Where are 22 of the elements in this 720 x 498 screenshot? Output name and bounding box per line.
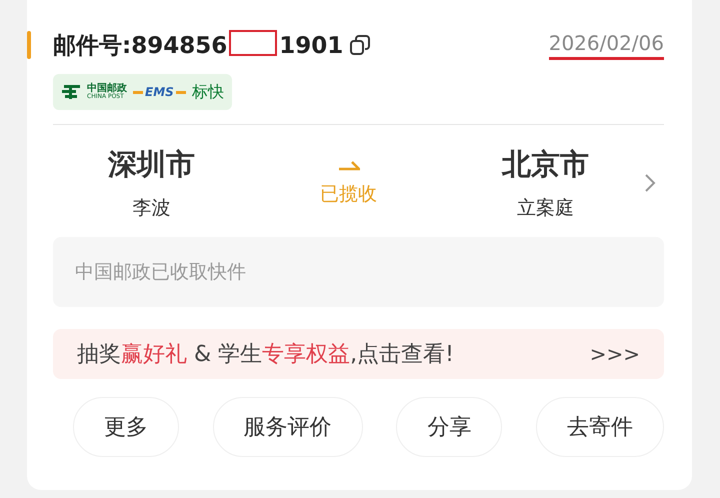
status-label: 已揽收: [320, 182, 377, 207]
ems-logo: EMS: [133, 85, 186, 99]
action-button[interactable]: 去寄件: [536, 397, 664, 457]
product-label: 标快: [192, 82, 224, 102]
date: 2026/02/06: [548, 30, 664, 60]
action-button[interactable]: 更多: [73, 397, 179, 457]
sender-name: 李波: [132, 196, 170, 221]
chevron-right-icon[interactable]: [644, 173, 656, 193]
tracking-event: 中国邮政已收取快件: [53, 237, 664, 307]
action-button[interactable]: 分享: [396, 397, 502, 457]
destination-city: 北京市: [502, 146, 589, 183]
action-button[interactable]: 服务评价: [212, 397, 363, 457]
promo-banner[interactable]: 抽奖赢好礼 & 学生专享权益,点击查看! >>>: [53, 329, 664, 379]
mail-number: 邮件号:894856 1901: [53, 30, 344, 60]
accent-bar: [27, 31, 31, 59]
post-logo-icon: [61, 84, 81, 100]
logo-text: 中国邮政: [87, 84, 127, 94]
origin-city: 深圳市: [108, 146, 195, 183]
recipient-name: 立案庭: [517, 196, 574, 221]
promo-more: >>>: [590, 342, 640, 366]
copy-icon[interactable]: [349, 34, 372, 56]
promo-text: 抽奖赢好礼 & 学生专享权益,点击查看!: [77, 341, 454, 369]
